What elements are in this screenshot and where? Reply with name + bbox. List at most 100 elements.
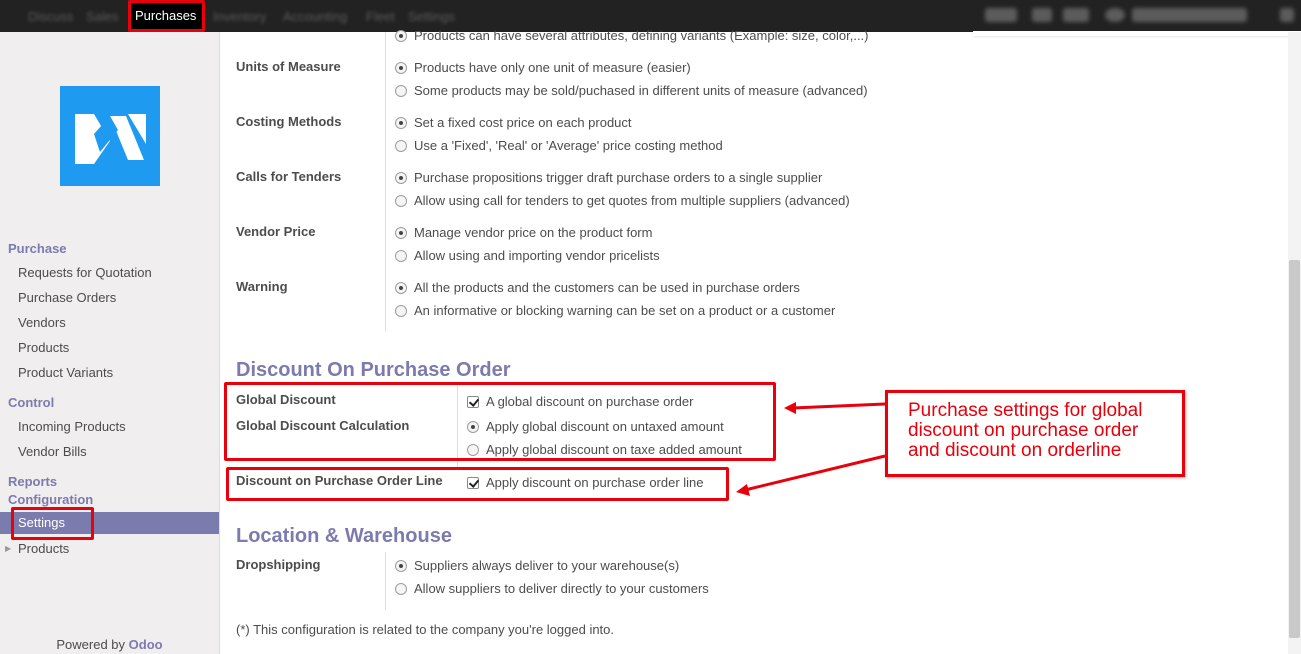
sidebar: Purchase Requests for Quotation Purchase…: [0, 32, 220, 654]
radio-button[interactable]: [395, 171, 407, 184]
menu-item-blurred[interactable]: Settings: [408, 9, 455, 24]
location-section-title: Location & Warehouse: [236, 525, 452, 547]
option-label: Allow using and importing vendor priceli…: [414, 248, 660, 263]
radio-button[interactable]: [395, 29, 407, 42]
sidebar-section-purchase[interactable]: Purchase: [8, 241, 67, 256]
sidebar-item-incoming-products[interactable]: Incoming Products: [18, 419, 126, 434]
sidebar-item-vendors[interactable]: Vendors: [18, 315, 66, 330]
option-label: Purchase propositions trigger draft purc…: [414, 170, 823, 185]
option-label: Manage vendor price on the product form: [414, 225, 653, 240]
radio-button[interactable]: [395, 116, 407, 129]
menu-item-blurred[interactable]: Accounting: [283, 9, 347, 24]
option-label: Apply discount on purchase order line: [486, 475, 704, 490]
avatar[interactable]: [1105, 8, 1125, 22]
company-footnote: (*) This configuration is related to the…: [236, 622, 615, 637]
menu-item-blurred[interactable]: Inventory: [213, 9, 266, 24]
vendor-price-option-manage[interactable]: Manage vendor price on the product form: [395, 225, 652, 240]
option-label: A global discount on purchase order: [486, 394, 694, 409]
option-label: Set a fixed cost price on each product: [414, 115, 632, 130]
sidebar-item-vendor-bills[interactable]: Vendor Bills: [18, 444, 87, 459]
radio-button[interactable]: [395, 139, 407, 152]
radio-button[interactable]: [395, 226, 407, 239]
sidebar-item-rfq[interactable]: Requests for Quotation: [18, 265, 152, 280]
radio-button[interactable]: [395, 582, 407, 595]
global-discount-option[interactable]: A global discount on purchase order: [467, 394, 693, 409]
dropship-option-direct[interactable]: Allow suppliers to deliver directly to y…: [395, 581, 709, 596]
costing-option-fixed[interactable]: Set a fixed cost price on each product: [395, 115, 632, 130]
radio-button[interactable]: [395, 194, 407, 207]
option-label: Use a 'Fixed', 'Real' or 'Average' price…: [414, 138, 723, 153]
scrollbar[interactable]: [1288, 32, 1301, 654]
divider: [385, 552, 386, 610]
settings-form: Products can have several attributes, de…: [220, 28, 1288, 654]
annotation-line: and discount on orderline: [908, 440, 1122, 461]
radio-button[interactable]: [467, 420, 479, 433]
radio-button[interactable]: [395, 304, 407, 317]
sidebar-item-config-products[interactable]: Products: [18, 541, 69, 556]
costing-label: Costing Methods: [236, 114, 342, 129]
powered-by: Powered by Odoo: [0, 637, 219, 652]
sidebar-section-configuration[interactable]: Configuration: [8, 492, 93, 507]
sidebar-section-control[interactable]: Control: [8, 395, 54, 410]
calc-option-taxed[interactable]: Apply global discount on taxe added amou…: [467, 442, 742, 457]
option-label: Products have only one unit of measure (…: [414, 60, 691, 75]
vendor-price-label: Vendor Price: [236, 224, 316, 239]
line-discount-label: Discount on Purchase Order Line: [236, 473, 443, 488]
radio-button[interactable]: [395, 559, 407, 572]
tenders-option-single[interactable]: Purchase propositions trigger draft purc…: [395, 170, 822, 185]
caret-right-icon[interactable]: ▶: [5, 544, 11, 553]
logo-mark-icon: [75, 114, 146, 164]
units-option-multi[interactable]: Some products may be sold/puchased in di…: [395, 83, 868, 98]
radio-button[interactable]: [395, 61, 407, 74]
menu-item-blurred[interactable]: Discuss: [28, 9, 74, 24]
menu-item-purchases[interactable]: Purchases: [129, 0, 203, 32]
warning-label: Warning: [236, 279, 288, 294]
menu-item-blurred[interactable]: Fleet: [366, 9, 395, 24]
checkbox[interactable]: [467, 395, 479, 408]
variants-option[interactable]: Products can have several attributes, de…: [395, 28, 869, 43]
warning-option-all[interactable]: All the products and the customers can b…: [395, 280, 800, 295]
option-label: Products can have several attributes, de…: [414, 28, 869, 43]
activity-icon[interactable]: [1032, 8, 1052, 22]
discount-section-title: Discount On Purchase Order: [236, 359, 511, 381]
global-discount-label: Global Discount: [236, 392, 336, 407]
odoo-link[interactable]: Odoo: [129, 637, 163, 652]
scrollbar-thumb[interactable]: [1289, 260, 1300, 638]
sidebar-item-purchase-orders[interactable]: Purchase Orders: [18, 290, 116, 305]
annotation-line: discount on purchase order: [908, 420, 1139, 441]
radio-button[interactable]: [395, 281, 407, 294]
radio-button[interactable]: [395, 249, 407, 262]
annotation-callout: Purchase settings for global discount on…: [885, 390, 1185, 477]
divider: [385, 32, 386, 331]
sidebar-item-settings[interactable]: Settings: [0, 512, 219, 534]
menu-item-blurred[interactable]: Sales: [86, 9, 119, 24]
dropshipping-label: Dropshipping: [236, 557, 321, 572]
chat-icon[interactable]: [985, 8, 1017, 22]
tenders-option-multiple[interactable]: Allow using call for tenders to get quot…: [395, 193, 850, 208]
option-label: Allow using call for tenders to get quot…: [414, 193, 850, 208]
units-option-one[interactable]: Products have only one unit of measure (…: [395, 60, 691, 75]
radio-button[interactable]: [395, 84, 407, 97]
tenders-label: Calls for Tenders: [236, 169, 342, 184]
units-label: Units of Measure: [236, 59, 341, 74]
close-icon[interactable]: [1280, 8, 1294, 22]
option-label: Suppliers always deliver to your warehou…: [414, 558, 680, 573]
costing-option-method[interactable]: Use a 'Fixed', 'Real' or 'Average' price…: [395, 138, 723, 153]
line-discount-option[interactable]: Apply discount on purchase order line: [467, 475, 704, 490]
sidebar-item-product-variants[interactable]: Product Variants: [18, 365, 113, 380]
option-label: Apply global discount on untaxed amount: [486, 419, 724, 434]
global-discount-calc-label: Global Discount Calculation: [236, 418, 410, 433]
vendor-price-option-pricelists[interactable]: Allow using and importing vendor priceli…: [395, 248, 660, 263]
option-label: Allow suppliers to deliver directly to y…: [414, 581, 709, 596]
annotation-line: Purchase settings for global: [908, 400, 1143, 421]
dropship-option-warehouse[interactable]: Suppliers always deliver to your warehou…: [395, 558, 679, 573]
apps-icon[interactable]: [1063, 8, 1089, 22]
sidebar-section-reports[interactable]: Reports: [8, 474, 57, 489]
user-menu[interactable]: [1132, 8, 1247, 22]
calc-option-untaxed[interactable]: Apply global discount on untaxed amount: [467, 419, 724, 434]
option-label: All the products and the customers can b…: [414, 280, 800, 295]
warning-option-blocking[interactable]: An informative or blocking warning can b…: [395, 303, 835, 318]
sidebar-item-products[interactable]: Products: [18, 340, 69, 355]
radio-button[interactable]: [467, 443, 479, 456]
checkbox[interactable]: [467, 476, 479, 489]
